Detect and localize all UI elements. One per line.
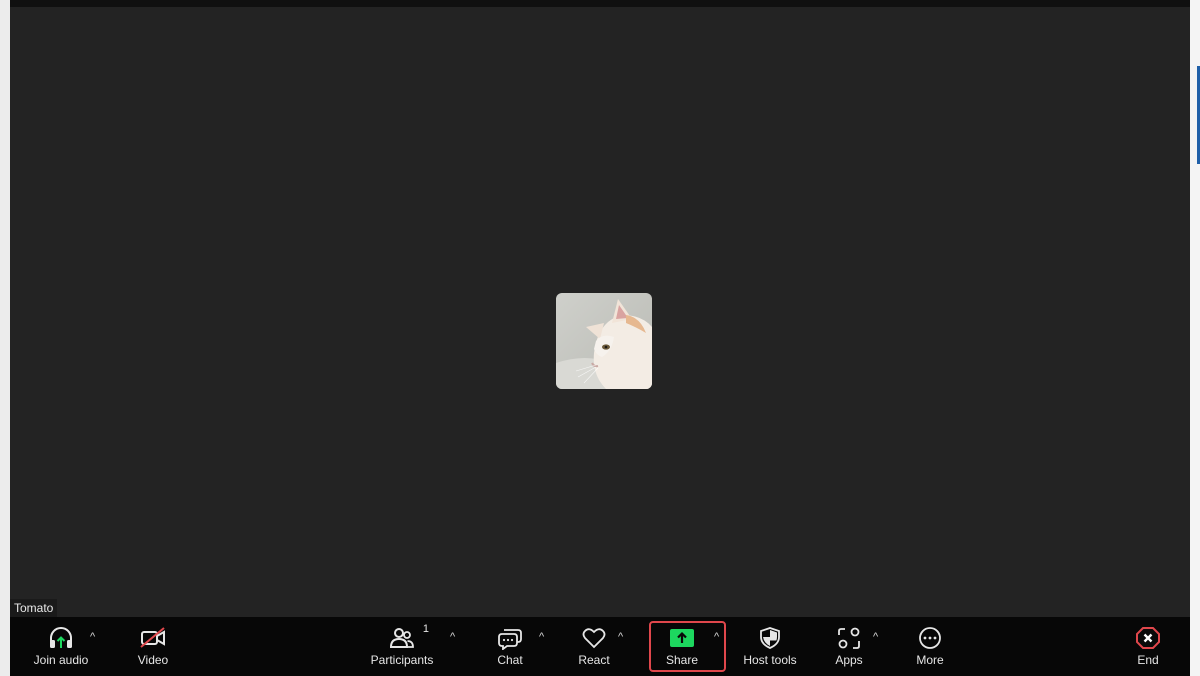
video-label: Video (137, 653, 169, 667)
video-button[interactable]: Video (132, 617, 174, 676)
participants-label: Participants (370, 653, 434, 667)
headphones-icon (48, 625, 74, 651)
audio-options-caret[interactable]: ^ (90, 631, 95, 643)
end-label: End (1137, 653, 1159, 667)
apps-options-caret[interactable]: ^ (873, 631, 878, 643)
chat-icon (497, 625, 523, 651)
react-options-caret[interactable]: ^ (618, 631, 623, 643)
shield-icon (757, 625, 783, 651)
share-button[interactable]: Share (661, 617, 703, 676)
more-icon (917, 625, 943, 651)
host-tools-button[interactable]: Host tools (741, 617, 799, 676)
chat-button[interactable]: Chat (492, 617, 528, 676)
meeting-window: Tomato Join audio ^ Video 1 Participants… (10, 0, 1190, 676)
apps-label: Apps (835, 653, 863, 667)
react-label: React (578, 653, 610, 667)
join-audio-button[interactable]: Join audio (32, 617, 90, 676)
cat-avatar-image (556, 293, 652, 389)
window-top-bar (10, 0, 1190, 7)
end-button[interactable]: End (1132, 617, 1164, 676)
host-tools-label: Host tools (743, 653, 797, 667)
join-audio-label: Join audio (33, 653, 89, 667)
participant-name-label: Tomato (10, 599, 58, 617)
participants-options-caret[interactable]: ^ (450, 631, 455, 643)
video-off-icon (139, 625, 167, 651)
meeting-toolbar: Join audio ^ Video 1 Participants ^ Chat… (10, 617, 1190, 676)
end-icon (1135, 625, 1161, 651)
apps-button[interactable]: Apps (832, 617, 866, 676)
participants-count: 1 (422, 623, 429, 635)
chat-options-caret[interactable]: ^ (539, 631, 544, 643)
apps-icon (836, 625, 862, 651)
react-button[interactable]: React (574, 617, 614, 676)
participant-avatar (556, 293, 652, 389)
share-options-caret[interactable]: ^ (714, 631, 719, 643)
chat-label: Chat (497, 653, 523, 667)
participants-button[interactable]: 1 Participants (368, 617, 436, 676)
more-label: More (916, 653, 944, 667)
participants-icon: 1 (389, 623, 429, 651)
share-screen-icon (669, 625, 695, 651)
heart-icon (581, 625, 607, 651)
more-button[interactable]: More (912, 617, 948, 676)
share-label: Share (665, 653, 699, 667)
background-window-edge (1190, 0, 1200, 676)
